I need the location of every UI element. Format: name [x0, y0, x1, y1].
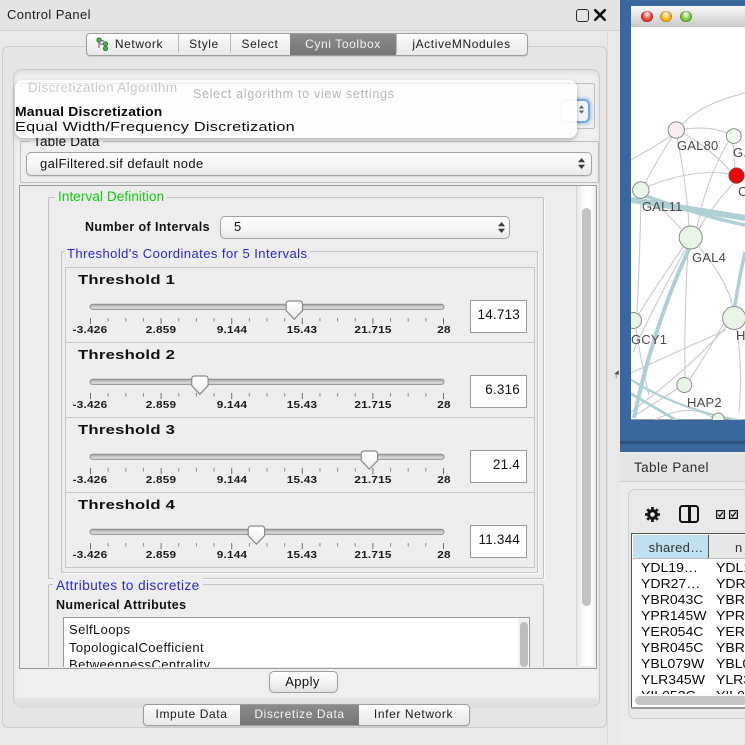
svg-text:GAL11: GAL11	[642, 199, 683, 214]
svg-text:GAL80: GAL80	[677, 138, 718, 153]
svg-text:G.: G.	[733, 145, 745, 160]
svg-text:GAL4: GAL4	[692, 250, 726, 265]
svg-text:C: C	[738, 184, 745, 199]
svg-text:H: H	[736, 328, 745, 343]
svg-text:HAP2: HAP2	[687, 395, 722, 410]
svg-text:GCY1: GCY1	[631, 332, 667, 347]
